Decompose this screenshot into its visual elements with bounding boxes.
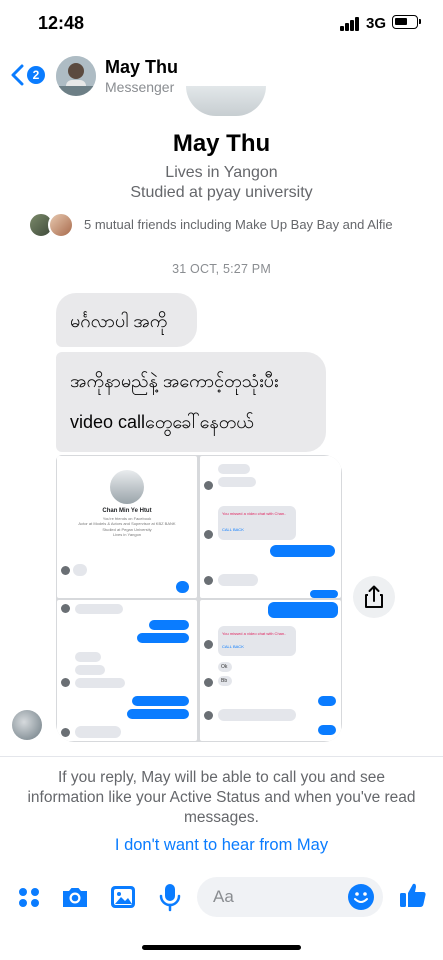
- message-bubble[interactable]: အကိုနာမည်နဲ့ အကောင့်တုသုံးပီး video call…: [56, 352, 326, 452]
- network-label: 3G: [366, 15, 387, 32]
- apps-grid-icon[interactable]: [14, 882, 44, 912]
- screenshot-thumbnail: Chan Min Ye Htut You're friends on Faceb…: [57, 456, 197, 598]
- mini-message: [176, 581, 189, 593]
- mini-message: [127, 709, 189, 719]
- mini-message: [75, 726, 121, 738]
- emoji-icon[interactable]: [347, 883, 375, 911]
- battery-tip: [419, 19, 421, 24]
- mini-message: Ok: [218, 662, 232, 672]
- mini-avatar: [204, 640, 213, 649]
- image-attachment[interactable]: Chan Min Ye Htut You're friends on Faceb…: [56, 455, 342, 742]
- profile-lives-in: Lives in Yangon: [165, 164, 278, 181]
- mini-message: [73, 564, 87, 576]
- mini-avatar: [204, 530, 213, 539]
- microphone-icon[interactable]: [155, 882, 185, 912]
- message-input-wrapper: [197, 877, 383, 917]
- mini-message: [310, 590, 338, 598]
- avatar[interactable]: [56, 56, 96, 96]
- mini-message: [75, 652, 101, 662]
- profile-name: May Thu: [172, 130, 271, 157]
- mutual-friend-avatar: [48, 212, 74, 238]
- profile-studied-at: Studied at pyay university: [130, 184, 313, 201]
- message-text-line: အကိုနာမည်နဲ့ အကောင့်တုသုံးပီး: [70, 371, 279, 391]
- back-button[interactable]: 2: [8, 60, 48, 90]
- mini-message: Bb: [218, 676, 232, 686]
- request-notice-text: If you reply, May will be able to call y…: [27, 769, 416, 826]
- mini-avatar: [61, 678, 70, 687]
- message-timestamp: 31 OCT, 5:27 PM: [172, 262, 271, 276]
- missed-call-card: You missed a video chat with Chan.. CALL…: [218, 626, 296, 656]
- mini-message: [75, 604, 123, 614]
- thumbs-up-icon[interactable]: [398, 880, 428, 910]
- message-input[interactable]: [213, 885, 333, 909]
- mini-message: [318, 725, 336, 735]
- mini-avatar: [204, 481, 213, 490]
- screenshot-thumbnail: [57, 600, 197, 741]
- mini-avatar: [61, 604, 70, 613]
- battery-icon: [392, 15, 418, 29]
- mini-message: [218, 464, 250, 474]
- contact-subtitle: Messenger: [105, 79, 175, 95]
- mini-message: [218, 574, 258, 586]
- screenshot-thumbnail: You missed a video chat with Chan.. CALL…: [200, 456, 341, 598]
- message-text: မင်္ဂလာပါ အကို: [70, 311, 168, 331]
- share-button[interactable]: [353, 576, 395, 618]
- status-bar: 12:48 3G: [0, 0, 443, 46]
- message-composer: [0, 870, 443, 926]
- chevron-left-icon: [11, 64, 24, 86]
- mini-avatar: [61, 566, 70, 575]
- mini-message: [318, 696, 336, 706]
- divider: [0, 756, 443, 757]
- share-icon: [365, 585, 383, 608]
- mini-message: [218, 709, 296, 721]
- message-text-line: video callတွေခေါ်နေတယ်: [70, 411, 254, 432]
- attachment-profile-name: Chan Min Ye Htut: [102, 508, 152, 514]
- attachment-profile-info: You're friends on Facebook Actor at Mode…: [78, 516, 176, 538]
- mutual-friends-text: 5 mutual friends including Make Up Bay B…: [84, 217, 393, 232]
- mini-message: [149, 620, 189, 630]
- avatar-photo: [56, 56, 96, 96]
- screenshot-thumbnail: You missed a video chat with Chan.. CALL…: [200, 600, 341, 741]
- profile-photo: [110, 470, 144, 504]
- mini-message: [270, 545, 335, 557]
- mini-message: [132, 696, 189, 706]
- mini-message: [218, 477, 256, 487]
- photo-gallery-icon[interactable]: [108, 882, 138, 912]
- status-time: 12:48: [38, 13, 85, 33]
- home-indicator: [142, 945, 301, 950]
- signal-icon: [340, 17, 360, 31]
- contact-name[interactable]: May Thu: [105, 57, 178, 78]
- profile-photo: [186, 86, 266, 116]
- camera-icon[interactable]: [60, 882, 90, 912]
- unread-count-badge: 2: [27, 66, 45, 84]
- ignore-sender-link[interactable]: I don't want to hear from May: [0, 836, 443, 855]
- mini-avatar: [204, 576, 213, 585]
- mini-avatar: [204, 711, 213, 720]
- mini-avatar: [204, 678, 213, 687]
- mini-message: [75, 665, 105, 675]
- mini-message: [75, 678, 125, 688]
- missed-call-card: You missed a video chat with Chan.. CALL…: [218, 506, 296, 540]
- mini-avatar: [61, 728, 70, 737]
- message-bubble[interactable]: မင်္ဂလာပါ အကို: [56, 293, 197, 347]
- mini-message: [268, 602, 338, 618]
- mini-message: [137, 633, 189, 643]
- sender-avatar[interactable]: [12, 710, 42, 740]
- mutual-friends[interactable]: 5 mutual friends including Make Up Bay B…: [28, 212, 428, 238]
